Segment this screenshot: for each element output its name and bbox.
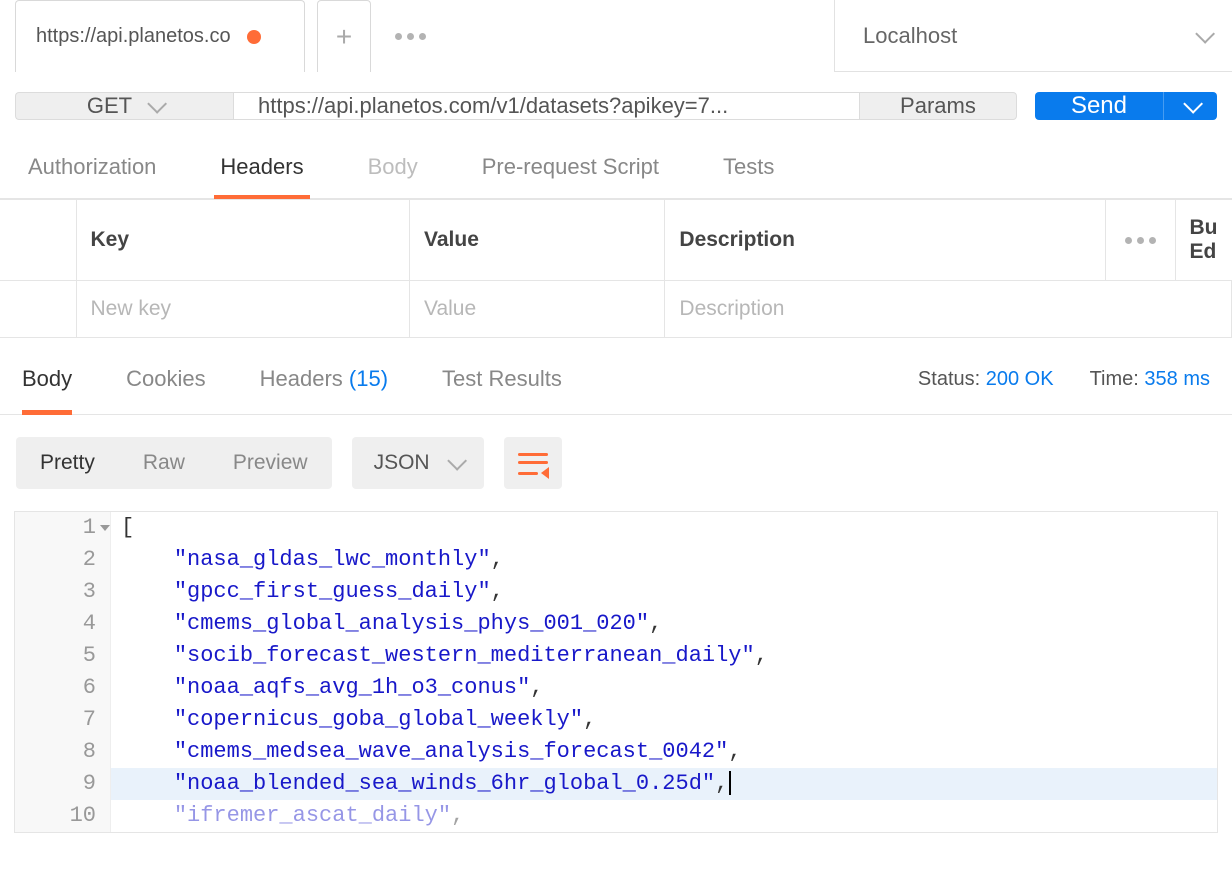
environment-name: Localhost xyxy=(863,23,957,49)
http-method-select[interactable]: GET xyxy=(15,92,233,120)
code-line[interactable]: 6 "noaa_aqfs_avg_1h_o3_conus", xyxy=(15,672,1217,704)
body-toolbar: Pretty Raw Preview JSON xyxy=(0,415,1232,511)
params-label: Params xyxy=(900,93,976,119)
url-input[interactable]: https://api.planetos.com/v1/datasets?api… xyxy=(233,92,859,120)
format-select[interactable]: JSON xyxy=(352,437,484,489)
chevron-down-icon xyxy=(1195,23,1215,43)
status-value: 200 OK xyxy=(986,368,1054,390)
http-method-label: GET xyxy=(87,93,132,119)
tab-tests[interactable]: Tests xyxy=(717,154,780,198)
request-bar: GET https://api.planetos.com/v1/datasets… xyxy=(0,72,1232,140)
ellipsis-icon xyxy=(395,33,426,40)
code-line[interactable]: 5 "socib_forecast_western_mediterranean_… xyxy=(15,640,1217,672)
code-line[interactable]: 2 "nasa_gldas_lwc_monthly", xyxy=(15,544,1217,576)
response-tabs: Body Cookies Headers (15) Test Results S… xyxy=(0,338,1232,415)
fold-icon[interactable] xyxy=(100,525,110,531)
request-tab-active[interactable]: https://api.planetos.co xyxy=(15,0,305,72)
wrap-lines-button[interactable] xyxy=(504,437,562,489)
send-button[interactable]: Send xyxy=(1035,92,1163,120)
ellipsis-icon xyxy=(1120,237,1161,244)
header-col-value: Value xyxy=(410,200,665,281)
chevron-down-icon xyxy=(447,451,467,471)
response-tab-headers[interactable]: Headers (15) xyxy=(260,366,388,414)
header-settings-button[interactable] xyxy=(1105,200,1175,281)
response-tab-cookies[interactable]: Cookies xyxy=(126,366,205,414)
environment-selector[interactable]: Localhost xyxy=(834,0,1232,72)
wrap-icon xyxy=(518,451,548,475)
time-block: Time: 358 ms xyxy=(1090,368,1210,391)
url-text: https://api.planetos.com/v1/datasets?api… xyxy=(258,93,728,119)
response-body-viewer[interactable]: 1[2 "nasa_gldas_lwc_monthly",3 "gpcc_fir… xyxy=(14,511,1218,833)
code-line[interactable]: 7 "copernicus_goba_global_weekly", xyxy=(15,704,1217,736)
send-options-button[interactable] xyxy=(1163,92,1217,120)
headers-table: Key Value Description Bu Ed New key Valu… xyxy=(0,199,1232,338)
value-input[interactable]: Value xyxy=(410,281,665,338)
time-value: 358 ms xyxy=(1144,368,1210,390)
tab-options-button[interactable] xyxy=(383,0,437,72)
header-col-key: Key xyxy=(76,200,410,281)
key-input[interactable]: New key xyxy=(76,281,410,338)
code-line[interactable]: 8 "cmems_medsea_wave_analysis_forecast_0… xyxy=(15,736,1217,768)
tab-headers[interactable]: Headers xyxy=(214,154,309,198)
code-line[interactable]: 1[ xyxy=(15,512,1217,544)
response-tab-tests[interactable]: Test Results xyxy=(442,366,562,414)
table-row: New key Value Description xyxy=(0,281,1232,338)
code-line[interactable]: 9 "noaa_blended_sea_winds_6hr_global_0.2… xyxy=(15,768,1217,800)
send-label: Send xyxy=(1071,92,1127,120)
tab-strip: https://api.planetos.co + xyxy=(0,0,834,72)
desc-input[interactable]: Description xyxy=(665,281,1232,338)
plus-icon: + xyxy=(336,21,352,53)
bulk-edit-link[interactable]: Bu Ed xyxy=(1175,200,1232,281)
chevron-down-icon xyxy=(1183,94,1203,114)
response-meta: Status: 200 OK Time: 358 ms xyxy=(918,368,1210,413)
code-line[interactable]: 10 "ifremer_ascat_daily", xyxy=(15,800,1217,832)
view-raw[interactable]: Raw xyxy=(119,437,209,489)
code-line[interactable]: 4 "cmems_global_analysis_phys_001_020", xyxy=(15,608,1217,640)
response-tab-body[interactable]: Body xyxy=(22,366,72,414)
tab-body[interactable]: Body xyxy=(362,154,424,198)
header-checkbox-col xyxy=(0,200,76,281)
tab-prerequest[interactable]: Pre-request Script xyxy=(476,154,665,198)
new-tab-button[interactable]: + xyxy=(317,0,371,72)
status-block: Status: 200 OK xyxy=(918,368,1054,391)
view-preview[interactable]: Preview xyxy=(209,437,332,489)
tab-title: https://api.planetos.co xyxy=(36,25,231,48)
params-button[interactable]: Params xyxy=(859,92,1017,120)
code-line[interactable]: 3 "gpcc_first_guess_daily", xyxy=(15,576,1217,608)
header-col-desc: Description xyxy=(665,200,1105,281)
unsaved-indicator-icon xyxy=(247,30,261,44)
chevron-down-icon xyxy=(147,94,167,114)
view-pretty[interactable]: Pretty xyxy=(16,437,119,489)
request-config-tabs: Authorization Headers Body Pre-request S… xyxy=(0,140,1232,199)
view-mode-segment: Pretty Raw Preview xyxy=(16,437,332,489)
format-label: JSON xyxy=(374,451,430,475)
tab-authorization[interactable]: Authorization xyxy=(22,154,162,198)
